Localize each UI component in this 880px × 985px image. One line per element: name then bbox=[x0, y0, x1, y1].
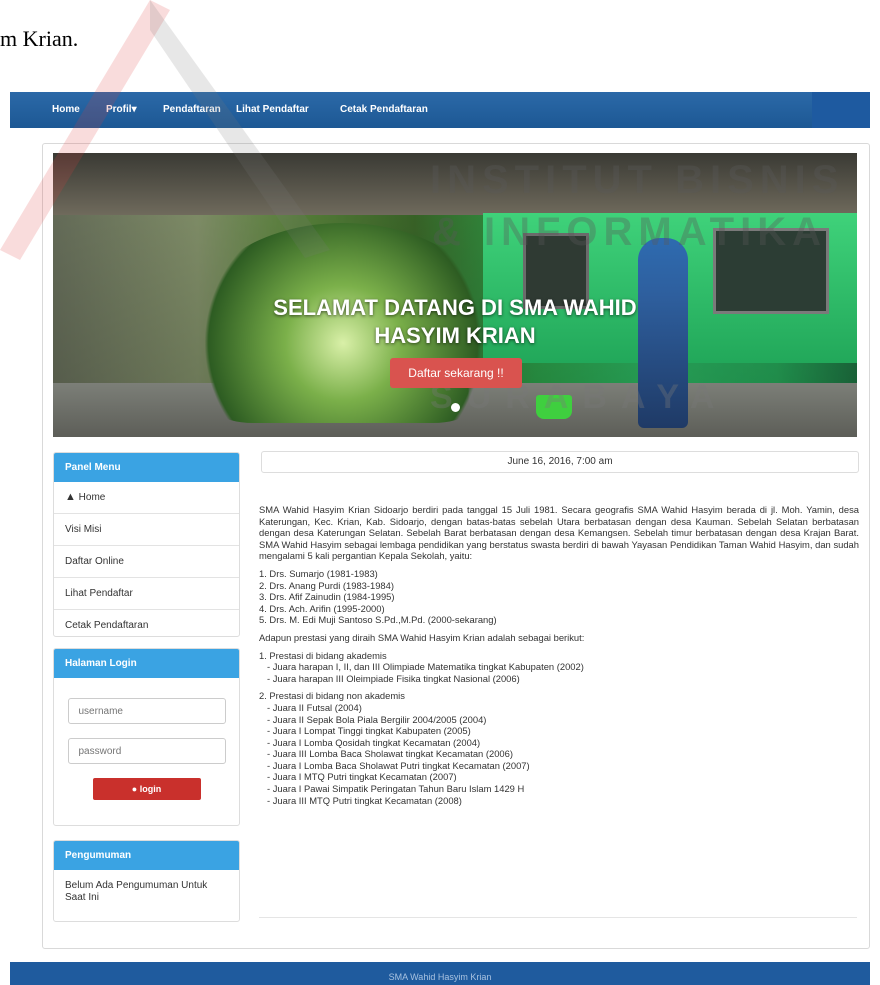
menu-item-label: Home bbox=[78, 492, 106, 503]
heads-list: 1. Drs. Sumarjo (1981-1983) 2. Drs. Anan… bbox=[259, 568, 859, 626]
hero-title-line2: HASYIM KRIAN bbox=[374, 323, 536, 348]
list-item: - Juara II Futsal (2004) bbox=[267, 701, 362, 713]
footer: SMA Wahid Hasyim Krian bbox=[10, 962, 870, 985]
list-item: - Juara harapan III Oleimpiade Fisika ti… bbox=[267, 672, 520, 684]
list-item: - Juara III Lomba Baca Sholawat tingkat … bbox=[267, 748, 513, 760]
carousel-indicator[interactable] bbox=[451, 403, 460, 412]
panel-menu-heading: Panel Menu bbox=[54, 453, 239, 482]
list-item: - Juara I Lomba Qosidah tingkat Kecamata… bbox=[267, 736, 481, 748]
non-akademis-list: 2. Prestasi di bidang non akademis - Jua… bbox=[259, 690, 859, 806]
menu-item-lihat-pendaftar[interactable]: Lihat Pendaftar bbox=[54, 577, 239, 609]
list-item: 3. Drs. Afif Zainudin (1984-1995) bbox=[259, 591, 395, 603]
menu-item-home[interactable]: ▲ Home bbox=[54, 482, 239, 513]
list-item: 4. Drs. Ach. Arifin (1995-2000) bbox=[259, 602, 385, 614]
main-content: SMA Wahid Hasyim Krian Sidoarjo berdiri … bbox=[259, 504, 859, 812]
login-panel-heading: Halaman Login bbox=[54, 649, 239, 678]
list-item: 1. Drs. Sumarjo (1981-1983) bbox=[259, 567, 378, 579]
list-item: - Juara III MTQ Putri tingkat Kecamatan … bbox=[267, 794, 462, 806]
panel-menu: Panel Menu ▲ Home Visi Misi Daftar Onlin… bbox=[53, 452, 240, 637]
list-item: - Juara harapan I, II, dan III Olimpiade… bbox=[267, 661, 584, 673]
login-button-label: login bbox=[139, 784, 162, 794]
login-panel: Halaman Login ● login bbox=[53, 648, 240, 826]
non-akademis-title: 2. Prestasi di bidang non akademis bbox=[259, 690, 405, 702]
list-item: - Juara I Lomba Baca Sholawat Putri ting… bbox=[267, 759, 530, 771]
date-display: June 16, 2016, 7:00 am bbox=[261, 451, 859, 473]
list-item: 2. Drs. Anang Purdi (1983-1984) bbox=[259, 579, 394, 591]
menu-item-daftar-online[interactable]: Daftar Online bbox=[54, 545, 239, 577]
akademis-title: 1. Prestasi di bidang akademis bbox=[259, 649, 387, 661]
pengumuman-text: Belum Ada Pengumuman Untuk Saat Ini bbox=[65, 880, 208, 903]
login-button[interactable]: ● login bbox=[92, 778, 201, 800]
list-item: - Juara I Pawai Simpatik Peringatan Tahu… bbox=[267, 783, 525, 795]
list-item: - Juara II Sepak Bola Piala Bergilir 200… bbox=[267, 713, 487, 725]
list-item: 5. Drs. M. Edi Muji Santoso S.Pd.,M.Pd. … bbox=[259, 614, 497, 626]
list-item: - Juara I Lompat Tinggi tingkat Kabupate… bbox=[267, 725, 471, 737]
menu-item-visi-misi[interactable]: Visi Misi bbox=[54, 513, 239, 545]
intro-paragraph: SMA Wahid Hasyim Krian Sidoarjo berdiri … bbox=[259, 504, 859, 562]
menu-item-cetak-pendaftaran[interactable]: Cetak Pendaftaran bbox=[54, 609, 239, 636]
username-input[interactable] bbox=[67, 698, 226, 724]
content-divider bbox=[259, 917, 857, 918]
akademis-list: 1. Prestasi di bidang akademis - Juara h… bbox=[259, 650, 859, 685]
hero-title-line1: SELAMAT DATANG DI SMA WAHID bbox=[273, 295, 637, 320]
password-input[interactable] bbox=[67, 738, 226, 764]
prestasi-intro: Adapun prestasi yang diraih SMA Wahid Ha… bbox=[259, 631, 585, 643]
pengumuman-panel: Pengumuman Belum Ada Pengumuman Untuk Sa… bbox=[53, 840, 240, 922]
pengumuman-heading: Pengumuman bbox=[54, 841, 239, 870]
list-item: - Juara I MTQ Putri tingkat Kecamatan (2… bbox=[267, 771, 457, 783]
user-icon: ● bbox=[131, 784, 138, 794]
daftar-sekarang-button[interactable]: Daftar sekarang !! bbox=[390, 358, 522, 388]
home-icon: ▲ bbox=[65, 491, 76, 503]
